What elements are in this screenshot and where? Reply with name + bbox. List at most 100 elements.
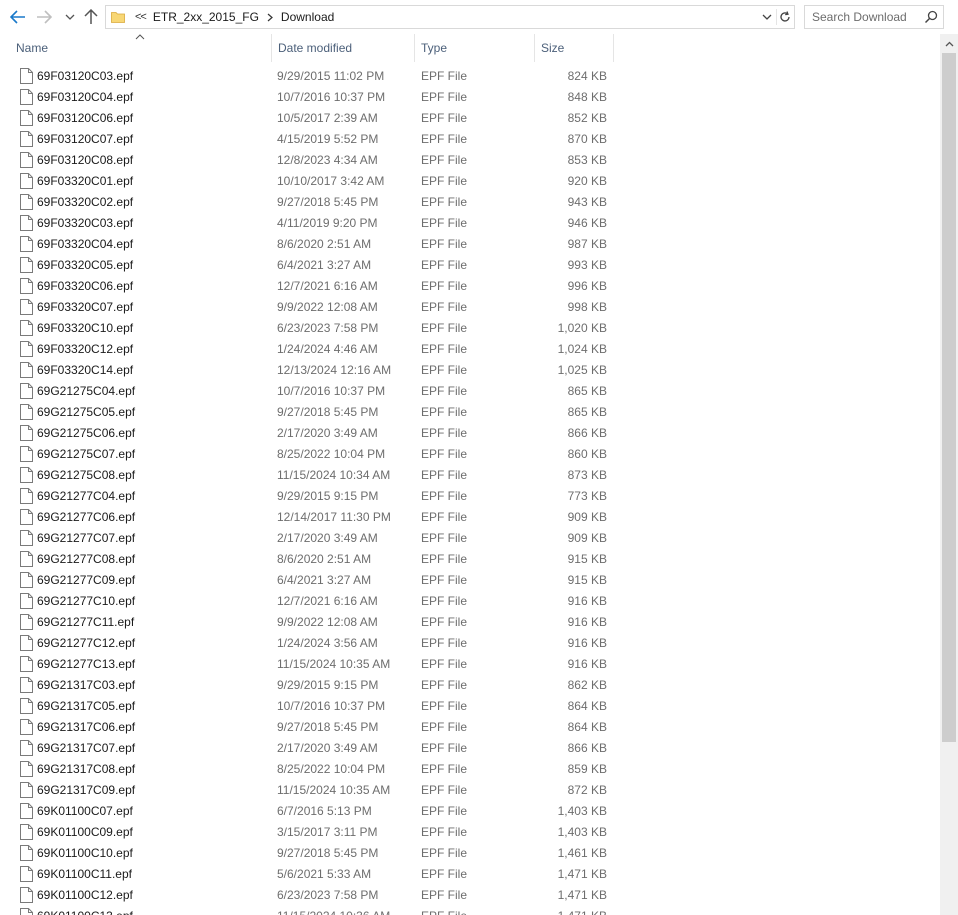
up-button[interactable] [80,6,102,28]
chevron-right-icon[interactable] [267,13,273,22]
file-row[interactable]: 69G21275C05.epf 9/27/2018 5:45 PM EPF File… [0,402,940,423]
file-icon [20,824,33,840]
file-row[interactable]: 69F03120C06.epf 10/5/2017 2:39 AM EPF File… [0,108,940,129]
file-row[interactable]: 69G21277C13.epf 11/15/2024 10:35 AM EPF Fi… [0,654,940,675]
file-size: 824 KB [567,69,607,83]
file-date-modified: 9/9/2022 12:08 AM [277,300,378,314]
file-type: EPF File [421,762,468,776]
file-row[interactable]: 69G21317C06.epf 9/27/2018 5:45 PM EPF File… [0,717,940,738]
file-name: 69K01100C09.epf [37,825,133,839]
navigation-bar: << ETR_2xx_2015_FG Download [0,0,958,34]
file-size: 909 KB [567,531,607,545]
file-type: EPF File [421,825,468,839]
file-row[interactable]: 69G21275C06.epf 2/17/2020 3:49 AM EPF File… [0,423,940,444]
column-header-date-modified[interactable]: Date modified [271,34,414,62]
breadcrumb-item[interactable]: ETR_2xx_2015_FG [153,10,259,24]
search-icon[interactable] [924,10,938,24]
file-row[interactable]: 69F03320C10.epf 6/23/2023 7:58 PM EPF File… [0,318,940,339]
column-header-name[interactable]: Name [10,34,271,62]
file-name: 69F03120C08.epf [37,153,134,167]
file-date-modified: 12/7/2021 6:16 AM [277,279,378,293]
refresh-button[interactable] [776,9,792,25]
address-bar[interactable]: << ETR_2xx_2015_FG Download [105,5,795,29]
file-date-modified: 4/11/2019 9:20 PM [277,216,378,230]
file-row[interactable]: 69F03320C04.epf 8/6/2020 2:51 AM EPF File 9… [0,234,940,255]
file-row[interactable]: 69K01100C10.epf 9/27/2018 5:45 PM EPF File… [0,843,940,864]
file-row[interactable]: 69K01100C11.epf 5/6/2021 5:33 AM EPF File 1… [0,864,940,885]
file-row[interactable]: 69F03320C02.epf 9/27/2018 5:45 PM EPF File… [0,192,940,213]
recent-locations-button[interactable] [60,6,80,28]
file-list[interactable]: 69F03120C03.epf 9/29/2015 11:02 PM EPF Fil… [0,66,940,915]
file-size: 1,461 KB [557,846,607,860]
file-row[interactable]: 69F03320C05.epf 6/4/2021 3:27 AM EPF File 9… [0,255,940,276]
breadcrumb-overflow[interactable]: << [135,11,147,23]
file-date-modified: 2/17/2020 3:49 AM [277,531,378,545]
file-row[interactable]: 69G21275C07.epf 8/25/2022 10:04 PM EPF Fil… [0,444,940,465]
search-input[interactable] [812,10,924,24]
file-icon [20,173,33,189]
file-size: 864 KB [567,699,607,713]
folder-icon [111,9,125,25]
file-name: 69G21277C11.epf [37,615,135,629]
file-row[interactable]: 69F03320C12.epf 1/24/2024 4:46 AM EPF File… [0,339,940,360]
file-row[interactable]: 69G21275C04.epf 10/7/2016 10:37 PM EPF Fil… [0,381,940,402]
file-row[interactable]: 69F03320C14.epf 12/13/2024 12:16 AM EPF Fi… [0,360,940,381]
file-row[interactable]: 69F03320C07.epf 9/9/2022 12:08 AM EPF File… [0,297,940,318]
file-row[interactable]: 69G21277C09.epf 6/4/2021 3:27 AM EPF File 9… [0,570,940,591]
column-header-size[interactable]: Size [534,34,614,62]
file-row[interactable]: 69G21317C05.epf 10/7/2016 10:37 PM EPF Fil… [0,696,940,717]
vertical-scrollbar[interactable] [940,34,958,915]
column-header-label: Name [16,41,49,55]
search-box[interactable] [804,5,944,29]
file-date-modified: 12/14/2017 11:30 PM [277,510,391,524]
file-row[interactable]: 69G21317C03.epf 9/29/2015 9:15 PM EPF File… [0,675,940,696]
forward-button[interactable] [32,6,56,28]
file-row[interactable]: 69G21277C10.epf 12/7/2021 6:16 AM EPF File… [0,591,940,612]
file-name: 69G21277C08.epf [37,552,136,566]
file-date-modified: 8/25/2022 10:04 PM [277,762,386,776]
file-type: EPF File [421,111,468,125]
file-icon [20,362,33,378]
file-row[interactable]: 69F03120C03.epf 9/29/2015 11:02 PM EPF Fil… [0,66,940,87]
file-date-modified: 9/27/2018 5:45 PM [277,405,379,419]
file-icon [20,425,33,441]
file-row[interactable]: 69G21277C12.epf 1/24/2024 3:56 AM EPF File… [0,633,940,654]
file-row[interactable]: 69G21277C04.epf 9/29/2015 9:15 PM EPF File… [0,486,940,507]
file-row[interactable]: 69G21317C08.epf 8/25/2022 10:04 PM EPF Fil… [0,759,940,780]
file-date-modified: 6/7/2016 5:13 PM [277,804,372,818]
file-row[interactable]: 69F03120C08.epf 12/8/2023 4:34 AM EPF File… [0,150,940,171]
file-type: EPF File [421,363,468,377]
file-type: EPF File [421,258,468,272]
file-row[interactable]: 69F03320C06.epf 12/7/2021 6:16 AM EPF File… [0,276,940,297]
file-row[interactable]: 69G21317C09.epf 11/15/2024 10:35 AM EPF Fi… [0,780,940,801]
file-row[interactable]: 69K01100C12.epf 6/23/2023 7:58 PM EPF File… [0,885,940,906]
column-header-label: Date modified [278,41,353,55]
back-button[interactable] [6,6,30,28]
file-row[interactable]: 69F03120C07.epf 4/15/2019 5:52 PM EPF File… [0,129,940,150]
file-row[interactable]: 69G21277C11.epf 9/9/2022 12:08 AM EPF File… [0,612,940,633]
file-row[interactable]: 69G21275C08.epf 11/15/2024 10:34 AM EPF Fi… [0,465,940,486]
address-dropdown-button[interactable] [760,10,774,24]
file-row[interactable]: 69G21277C06.epf 12/14/2017 11:30 PM EPF Fi… [0,507,940,528]
file-type: EPF File [421,279,468,293]
file-row[interactable]: 69F03120C04.epf 10/7/2016 10:37 PM EPF Fil… [0,87,940,108]
scroll-up-button[interactable] [940,36,958,52]
file-icon [20,68,33,84]
file-row[interactable]: 69K01100C09.epf 3/15/2017 3:11 PM EPF File… [0,822,940,843]
scroll-thumb[interactable] [942,53,956,742]
file-type: EPF File [421,783,468,797]
file-row[interactable]: 69G21317C07.epf 2/17/2020 3:49 AM EPF File… [0,738,940,759]
file-row[interactable]: 69F03320C01.epf 10/10/2017 3:42 AM EPF Fil… [0,171,940,192]
file-row[interactable]: 69G21277C08.epf 8/6/2020 2:51 AM EPF File 9… [0,549,940,570]
file-icon [20,509,33,525]
column-header-type[interactable]: Type [414,34,534,62]
breadcrumb-item[interactable]: Download [281,10,334,24]
file-type: EPF File [421,657,468,671]
file-row[interactable]: 69G21277C07.epf 2/17/2020 3:49 AM EPF File… [0,528,940,549]
file-row[interactable]: 69K01100C13.epf 11/15/2024 10:36 AM EPF Fi… [0,906,940,915]
file-row[interactable]: 69F03320C03.epf 4/11/2019 9:20 PM EPF File… [0,213,940,234]
file-row[interactable]: 69K01100C07.epf 6/7/2016 5:13 PM EPF File 1… [0,801,940,822]
file-name: 69F03320C04.epf [37,237,134,251]
file-icon [20,299,33,315]
file-size: 987 KB [567,237,607,251]
